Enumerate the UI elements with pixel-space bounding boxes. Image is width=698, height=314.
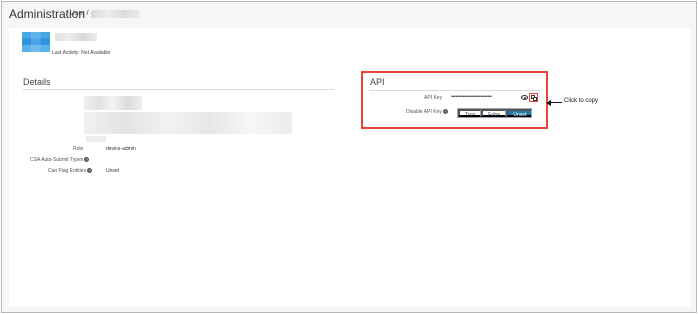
disable-api-key-label-text: Disable API Key [406, 109, 442, 115]
help-icon[interactable]: ? [84, 157, 90, 163]
csa-auto-submit-label: CSA Auto-Submit Types? [30, 157, 90, 163]
user-panel: Last Activity: Not Available Details Rol… [9, 28, 690, 307]
breadcrumb-user[interactable]: / User / [66, 10, 89, 17]
disable-api-key-toggle: True False Unset [457, 108, 533, 118]
app-frame: Administration / User / Last Activity: N… [1, 1, 697, 313]
details-divider [23, 89, 334, 90]
copy-icon[interactable] [529, 93, 538, 102]
api-divider [369, 90, 542, 91]
page-header: Administration / User / [2, 2, 696, 29]
role-value: device-admin [106, 146, 136, 152]
last-activity-text: Last Activity: Not Available [52, 50, 111, 56]
help-icon[interactable]: ? [87, 168, 93, 174]
avatar [22, 32, 50, 52]
disable-false-button[interactable]: False [481, 109, 507, 118]
api-key-label: API Key [424, 95, 443, 101]
csa-auto-submit-label-text: CSA Auto-Submit Types [30, 157, 84, 163]
can-flag-entities-value: Unset [106, 168, 120, 174]
disable-unset-button[interactable]: Unset [506, 109, 532, 118]
disable-true-button[interactable]: True [458, 109, 482, 118]
callout-arrow [550, 102, 562, 103]
can-flag-entities-label-text: Can Flag Entities [48, 168, 87, 174]
help-icon[interactable]: ? [442, 109, 448, 115]
eye-icon[interactable] [521, 95, 528, 100]
can-flag-entities-label: Can Flag Entities? [48, 168, 93, 174]
detail-redacted-3 [86, 136, 106, 142]
api-key-value: •••••••••••••••••••••••••••• [451, 94, 492, 100]
user-name-redacted [55, 33, 97, 41]
details-section-title: Details [23, 77, 51, 87]
click-to-copy-callout: Click to copy [564, 98, 599, 104]
api-section-highlight: API API Key ••••••••••••••••••••••••••••… [361, 71, 548, 129]
detail-redacted-2 [84, 112, 292, 134]
breadcrumb-username-redacted [91, 10, 139, 18]
disable-api-key-label: Disable API Key? [406, 109, 448, 115]
api-section-title: API [370, 77, 385, 87]
detail-redacted-1 [84, 96, 142, 110]
role-label: Role [73, 146, 84, 152]
